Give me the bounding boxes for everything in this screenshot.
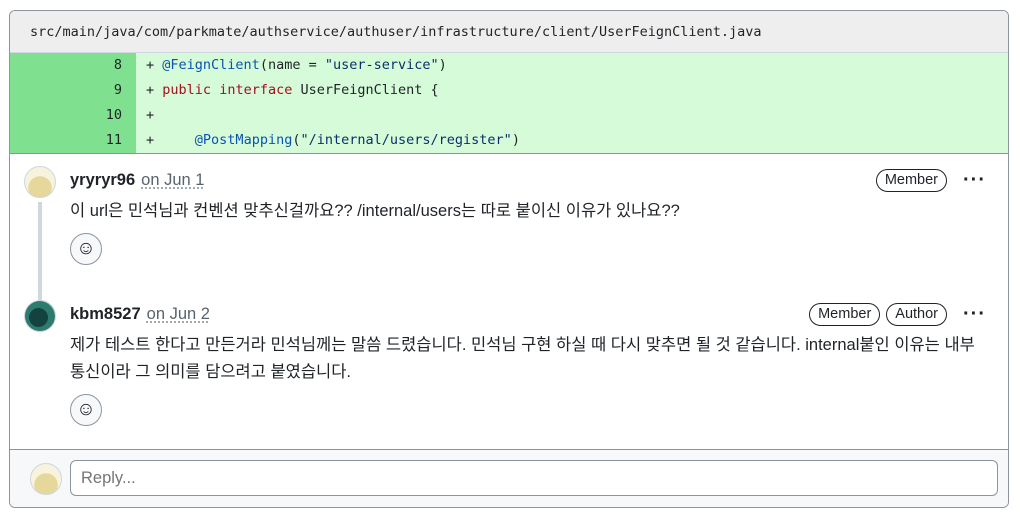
code-line: + @PostMapping("/internal/users/register… xyxy=(136,128,1008,153)
keyword-token: interface xyxy=(219,82,293,98)
avatar[interactable] xyxy=(24,300,56,332)
diff-line: 8 + @FeignClient(name = "user-service") xyxy=(10,53,1008,78)
comment: yryryr96 on Jun 1 Member ··· 이 url은 민석님과… xyxy=(10,166,1008,294)
diff-snippet: 8 + @FeignClient(name = "user-service") … xyxy=(10,53,1008,154)
line-number[interactable]: 8 xyxy=(10,53,136,78)
annotation-token: @PostMapping xyxy=(194,132,293,148)
annotation-token: @FeignClient xyxy=(162,57,260,73)
comment-body: 이 url은 민석님과 컨벤션 맞추신걸까요?? /internal/users… xyxy=(70,202,680,220)
code-line: + xyxy=(136,103,1008,128)
line-number[interactable]: 10 xyxy=(10,103,136,128)
member-badge: Member xyxy=(875,168,948,192)
comment-author[interactable]: kbm8527 xyxy=(70,305,141,324)
kebab-horizontal-icon[interactable]: ··· xyxy=(963,304,986,324)
avatar xyxy=(30,463,62,495)
file-path-header: src/main/java/com/parkmate/authservice/a… xyxy=(10,11,1008,53)
comment-header: yryryr96 on Jun 1 Member ··· xyxy=(70,166,1008,194)
diff-line: 11 + @PostMapping("/internal/users/regis… xyxy=(10,128,1008,153)
code-line: + public interface UserFeignClient { xyxy=(136,78,1008,103)
comment-thread: yryryr96 on Jun 1 Member ··· 이 url은 민석님과… xyxy=(10,154,1008,450)
string-token: "user-service" xyxy=(324,57,439,73)
comment-body: 제가 테스트 한다고 만든거라 민석님께는 말씀 드렸습니다. 민석님 구현 하… xyxy=(70,336,975,381)
comment-time[interactable]: on Jun 2 xyxy=(147,305,210,324)
review-thread: src/main/java/com/parkmate/authservice/a… xyxy=(9,10,1009,508)
diff-line: 10 + xyxy=(10,103,1008,128)
comment-header: kbm8527 on Jun 2 Member Author ··· xyxy=(70,300,1008,328)
smiley-icon[interactable]: ☺ xyxy=(70,233,102,265)
code-line: + @FeignClient(name = "user-service") xyxy=(136,53,1008,78)
member-badge: Member xyxy=(809,302,881,326)
comment-author[interactable]: yryryr96 xyxy=(70,171,135,190)
reply-input[interactable] xyxy=(70,460,998,496)
reply-bar xyxy=(10,449,1008,507)
comment-actions: Member Author ··· xyxy=(809,302,1008,326)
keyword-token: public xyxy=(162,82,212,98)
diff-line: 9 + public interface UserFeignClient { xyxy=(10,78,1008,103)
avatar[interactable] xyxy=(24,166,56,198)
comment-time[interactable]: on Jun 1 xyxy=(141,171,204,190)
smiley-icon[interactable]: ☺ xyxy=(70,394,102,426)
author-badge: Author xyxy=(886,302,948,326)
line-number[interactable]: 9 xyxy=(10,78,136,103)
comment-actions: Member ··· xyxy=(875,168,1008,192)
string-token: "/internal/users/register" xyxy=(300,132,512,148)
comment: kbm8527 on Jun 2 Member Author ··· 제가 테스… xyxy=(10,300,1008,426)
file-path[interactable]: src/main/java/com/parkmate/authservice/a… xyxy=(30,24,762,40)
kebab-horizontal-icon[interactable]: ··· xyxy=(963,170,986,190)
line-number[interactable]: 11 xyxy=(10,128,136,153)
